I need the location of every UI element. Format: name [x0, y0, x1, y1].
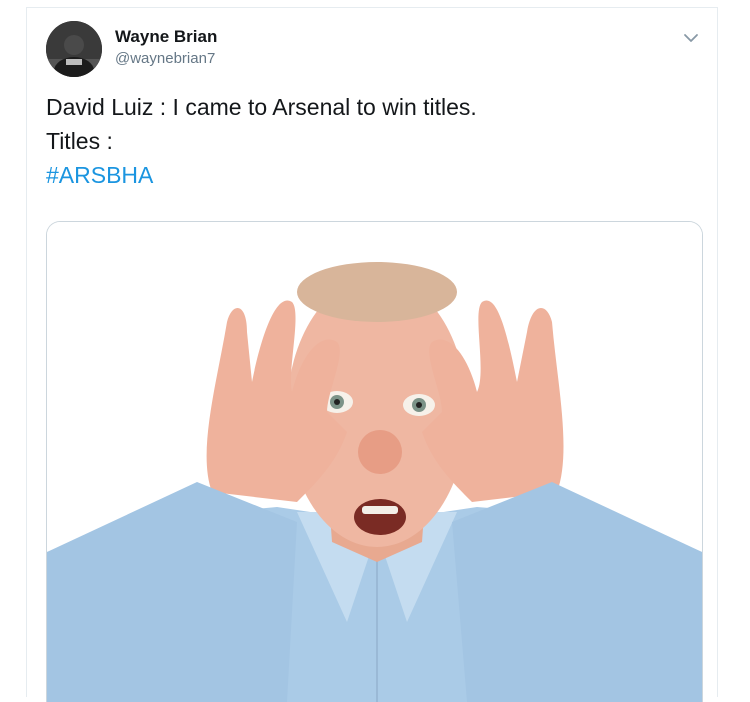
- tweet-line-1: David Luiz : I came to Arsenal to win ti…: [46, 94, 477, 120]
- tweet-line-2: Titles :: [46, 128, 113, 154]
- chevron-down-icon[interactable]: [679, 26, 703, 50]
- author-name[interactable]: Wayne Brian: [115, 27, 217, 47]
- tweet-card[interactable]: Wayne Brian @waynebrian7 David Luiz : I …: [26, 7, 718, 702]
- author-handle[interactable]: @waynebrian7: [115, 50, 215, 67]
- avatar[interactable]: [46, 21, 102, 77]
- hashtag-link[interactable]: #ARSBHA: [46, 158, 477, 192]
- tweet-image[interactable]: [46, 221, 703, 702]
- tweet-text: David Luiz : I came to Arsenal to win ti…: [46, 90, 477, 192]
- surprised-man-photo: [47, 222, 702, 702]
